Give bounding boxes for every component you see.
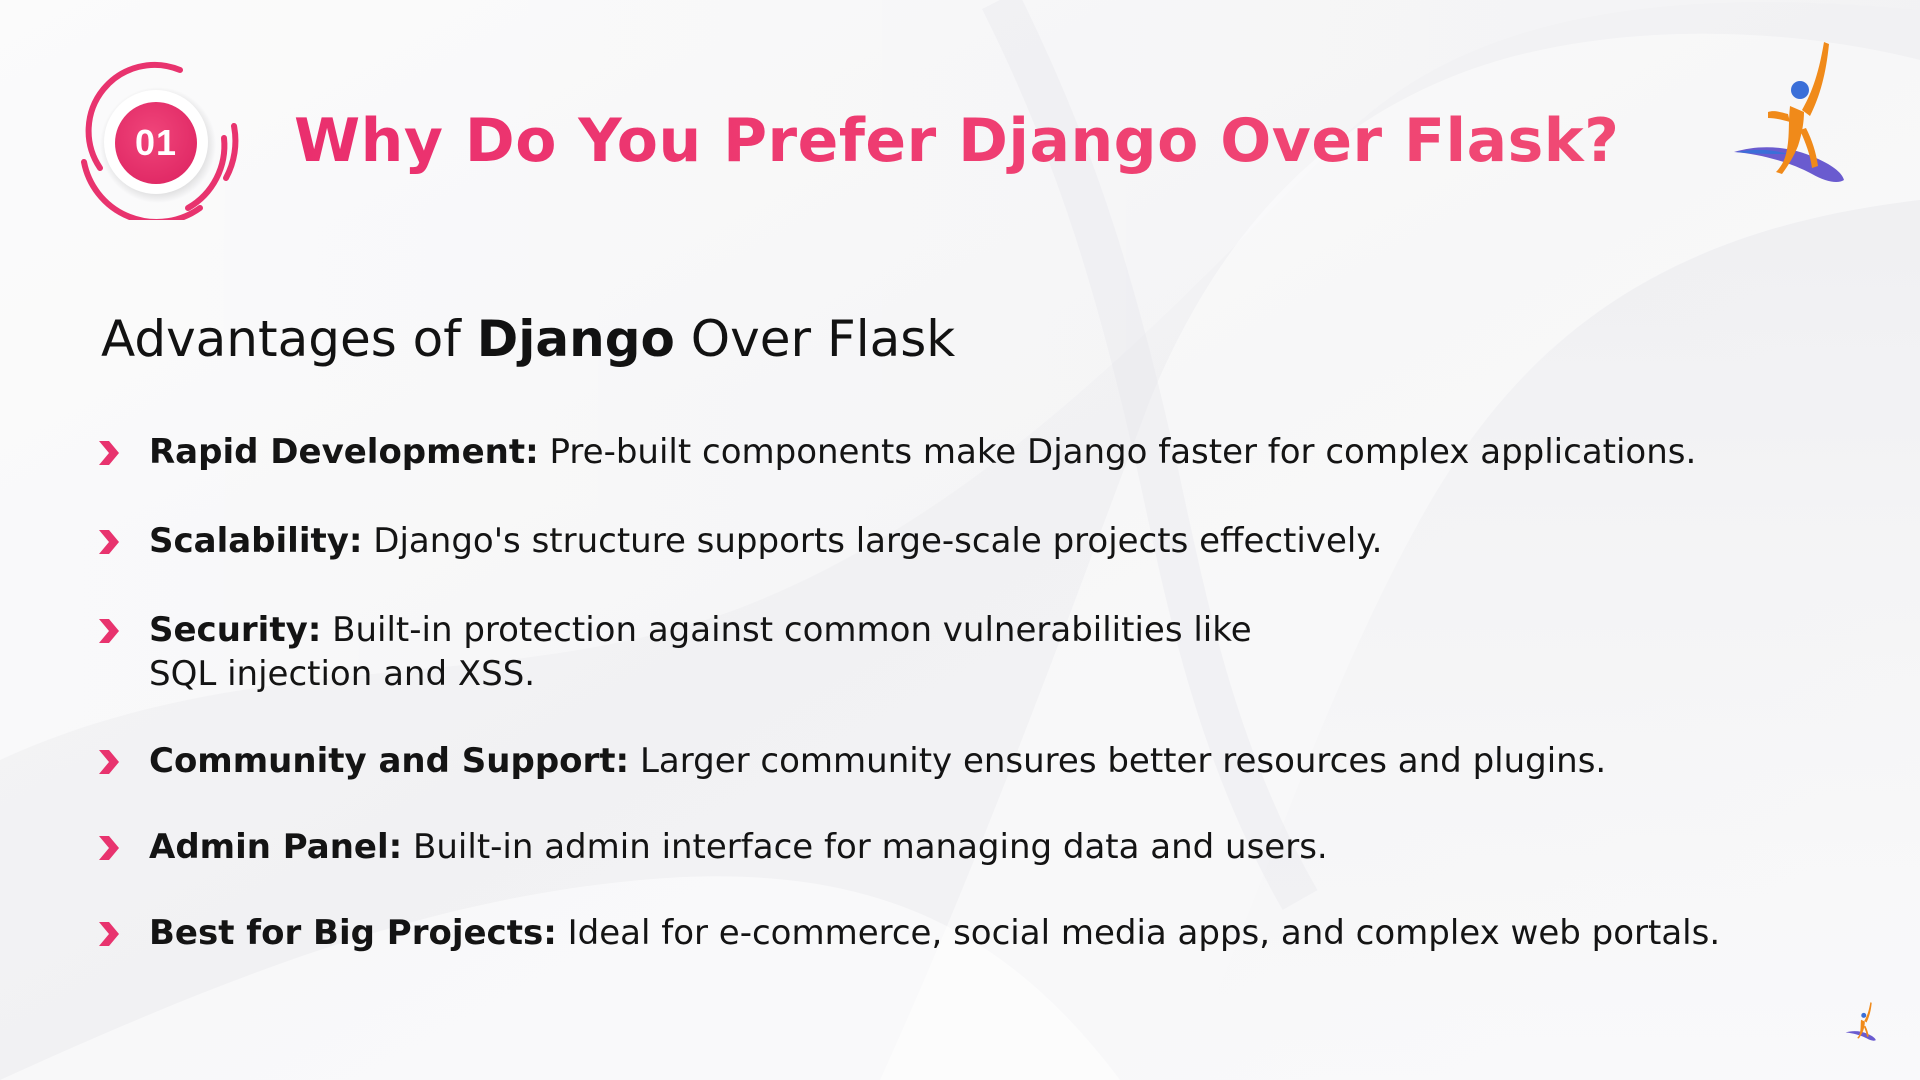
jumping-person-logo-small-icon — [1845, 1002, 1876, 1041]
list-item-security: Security: Built-in protection against co… — [96, 608, 1876, 696]
chevron-right-icon — [99, 619, 119, 643]
list-item-community-support: Community and Support: Larger community … — [96, 739, 1876, 783]
list-item-big-projects: Best for Big Projects: Ideal for e-comme… — [96, 911, 1876, 955]
badge-number: 01 — [134, 122, 178, 163]
chevron-right-icon — [99, 922, 119, 946]
jumping-person-logo-icon — [1734, 42, 1844, 182]
chevron-right-icon — [99, 836, 119, 860]
list-item-admin-panel: Admin Panel: Built-in admin interface fo… — [96, 825, 1876, 869]
item-text: Ideal for e-commerce, social media apps,… — [556, 913, 1721, 953]
item-text: Django's structure supports large-scale … — [362, 521, 1383, 561]
page-title: Why Do You Prefer Django Over Flask? — [294, 96, 1620, 186]
section-number-badge: 01 — [76, 58, 252, 225]
item-label: Best for Big Projects: — [149, 913, 557, 953]
subtitle-bold: Django — [476, 310, 675, 368]
item-label: Security: — [149, 610, 322, 650]
item-text: Pre-built components make Django faster … — [538, 432, 1697, 472]
subtitle-part2: Over Flask — [674, 310, 956, 368]
chevron-right-icon — [99, 530, 119, 554]
advantages-list: Rapid Development: Pre-built components … — [96, 430, 1876, 955]
chevron-right-icon — [99, 441, 119, 465]
item-label: Rapid Development: — [149, 432, 539, 472]
item-text: Built-in protection against common vulne… — [321, 610, 1252, 650]
section-subtitle: Advantages of Django Over Flask — [101, 304, 955, 374]
subtitle-part1: Advantages of — [101, 310, 477, 368]
list-item-rapid-development: Rapid Development: Pre-built components … — [96, 430, 1876, 474]
item-label: Admin Panel: — [149, 827, 403, 867]
item-label: Scalability: — [149, 521, 363, 561]
item-text: Built-in admin interface for managing da… — [402, 827, 1328, 867]
chevron-right-icon — [99, 750, 119, 774]
item-line-2: SQL injection and XSS. — [149, 654, 536, 694]
item-text: Larger community ensures better resource… — [629, 741, 1607, 781]
slide: 01 Why Do You Prefer Django Over Flask? … — [0, 0, 1920, 1080]
item-line-1: Security: Built-in protection against co… — [149, 608, 1876, 652]
list-item-scalability: Scalability: Django's structure supports… — [96, 519, 1876, 563]
item-label: Community and Support: — [149, 741, 630, 781]
